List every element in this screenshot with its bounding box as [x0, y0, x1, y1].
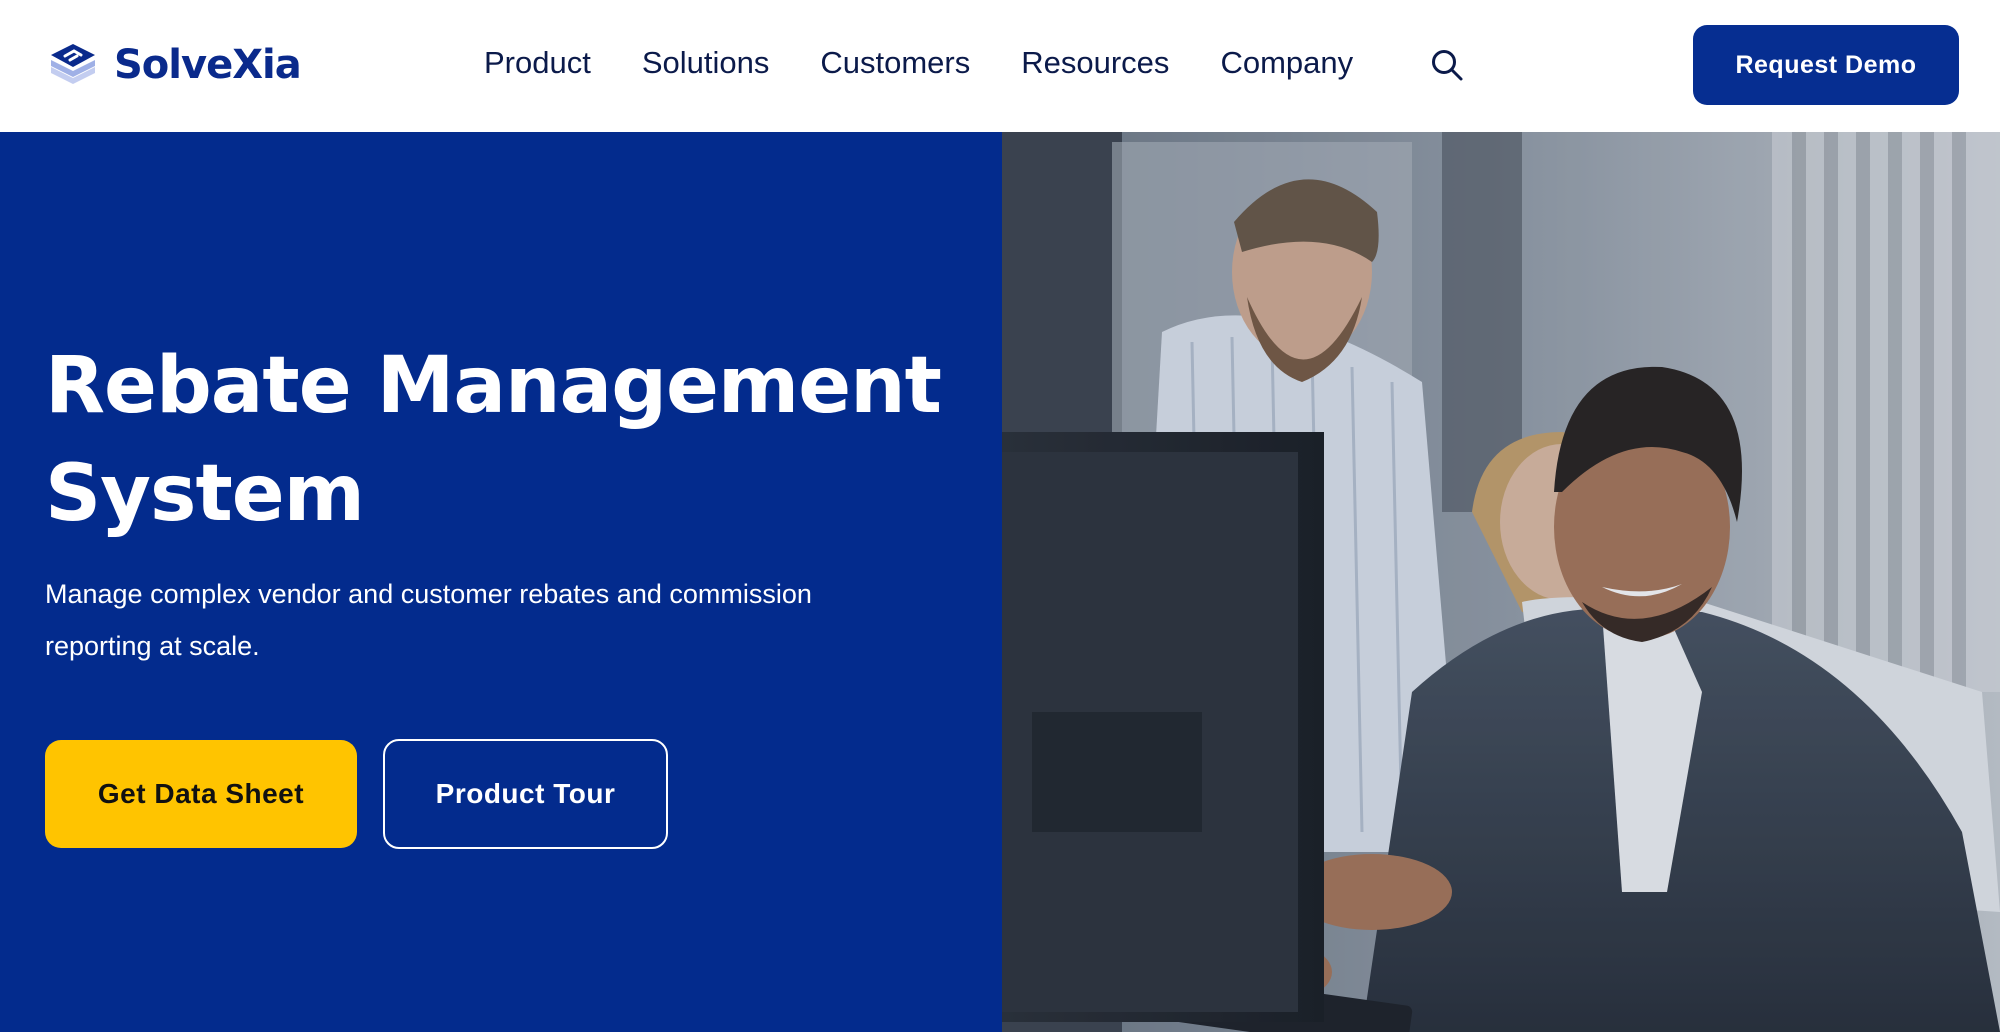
brand-name: SolveXia: [114, 42, 302, 88]
hero-subtitle: Manage complex vendor and customer rebat…: [45, 579, 812, 661]
nav-item-resources[interactable]: Resources: [1021, 45, 1169, 81]
main-nav: Product Solutions Customers Resources Co…: [484, 38, 1404, 88]
stacked-layers-logo-icon: [51, 44, 95, 84]
logo-link[interactable]: SolveXia: [48, 40, 302, 90]
hero-image: [1002, 132, 2000, 1032]
search-icon[interactable]: [1430, 48, 1464, 82]
nav-item-company[interactable]: Company: [1220, 45, 1353, 81]
nav-item-solutions[interactable]: Solutions: [642, 45, 770, 81]
hero-title: Rebate Management System: [45, 341, 942, 539]
product-tour-button[interactable]: Product Tour: [383, 739, 668, 849]
nav-item-product[interactable]: Product: [484, 45, 591, 81]
get-data-sheet-button[interactable]: Get Data Sheet: [45, 740, 357, 848]
nav-item-customers[interactable]: Customers: [820, 45, 970, 81]
hero-section: Rebate Management System Manage complex …: [0, 132, 1002, 1032]
site-header: SolveXia Product Solutions Customers Res…: [0, 0, 2000, 132]
request-demo-button[interactable]: Request Demo: [1693, 25, 1959, 105]
office-team-at-computer-photo: [1002, 132, 2000, 1032]
